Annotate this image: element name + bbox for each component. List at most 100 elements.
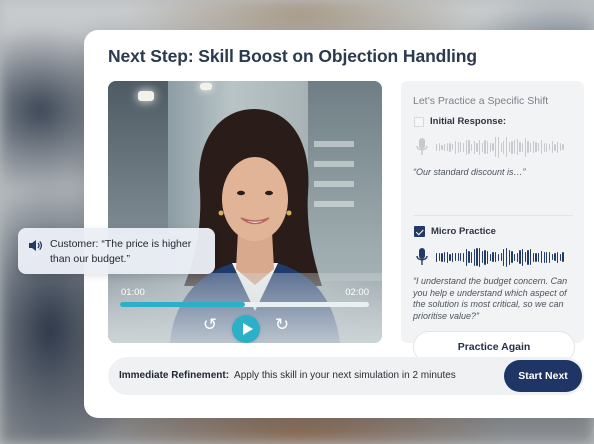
rewind-icon[interactable]: ↺ xyxy=(201,316,219,334)
waveform-bar xyxy=(484,249,486,265)
start-next-button[interactable]: Start Next xyxy=(504,360,582,392)
panel-divider xyxy=(413,215,573,216)
refinement-message: Immediate Refinement: Apply this skill i… xyxy=(119,370,456,381)
initial-response-checkbox[interactable] xyxy=(414,116,424,127)
waveform-bar xyxy=(476,248,478,266)
waveform-bar xyxy=(438,253,440,261)
waveform-bar xyxy=(462,252,465,262)
speaker-icon xyxy=(29,240,43,251)
waveform-bar xyxy=(516,252,518,262)
waveform-bar xyxy=(538,252,540,262)
waveform-bar xyxy=(495,252,497,262)
waveform-bar xyxy=(444,252,446,262)
microphone-icon xyxy=(416,248,428,265)
skill-boost-card: Next Step: Skill Boost on Objection Hand… xyxy=(84,30,594,418)
waveform-bar xyxy=(503,248,505,266)
screen-frame: Next Step: Skill Boost on Objection Hand… xyxy=(0,0,594,444)
customer-quote-text: Customer: “The price is higher than our … xyxy=(50,238,192,265)
waveform-bar xyxy=(513,253,516,261)
waveform-bar xyxy=(487,250,489,264)
micro-practice-waveform xyxy=(436,246,564,268)
waveform-bar xyxy=(457,253,459,261)
play-button[interactable] xyxy=(232,315,260,343)
waveform-bar xyxy=(452,144,454,150)
micro-practice-checkbox[interactable] xyxy=(414,226,425,237)
current-time: 01:00 xyxy=(121,287,145,298)
waveform-bar xyxy=(497,136,500,158)
waveform-bar xyxy=(495,137,497,157)
micro-practice-label: Micro Practice xyxy=(431,226,496,237)
waveform-bar xyxy=(551,254,553,260)
waveform-bar xyxy=(543,142,545,152)
refinement-bar: Immediate Refinement: Apply this skill i… xyxy=(108,357,584,395)
waveform-bar xyxy=(446,143,449,151)
waveform-bar xyxy=(556,251,559,263)
waveform-bar xyxy=(500,253,502,261)
waveform-bar xyxy=(481,251,483,263)
waveform-bar xyxy=(441,252,443,262)
waveform-bar xyxy=(540,251,543,263)
microphone-icon xyxy=(416,138,428,155)
waveform-bar xyxy=(511,140,513,154)
customer-quote-bubble: Customer: “The price is higher than our … xyxy=(18,228,215,274)
page-title: Next Step: Skill Boost on Objection Hand… xyxy=(108,46,477,66)
waveform-bar xyxy=(489,253,492,261)
waveform-bar xyxy=(554,143,556,151)
waveform-bar xyxy=(479,247,481,267)
waveform-bar xyxy=(559,143,561,151)
initial-response-audio[interactable] xyxy=(416,136,576,158)
video-player[interactable]: 01:00 02:00 ↺ ↻ xyxy=(108,81,382,343)
waveform-bar xyxy=(522,142,524,152)
waveform-bar xyxy=(524,137,526,157)
forward-icon[interactable]: ↻ xyxy=(273,316,291,334)
waveform-bar xyxy=(503,140,505,154)
initial-response-quote: “Our standard discount is…” xyxy=(413,167,526,177)
waveform-bar xyxy=(508,142,510,152)
waveform-bar xyxy=(470,143,473,151)
waveform-bar xyxy=(559,253,561,261)
waveform-bar xyxy=(492,252,494,262)
waveform-bar xyxy=(468,251,470,263)
waveform-bar xyxy=(511,251,513,263)
waveform-bar xyxy=(532,141,535,153)
waveform-bar xyxy=(524,252,526,262)
initial-response-row[interactable]: Initial Response: xyxy=(414,116,506,127)
micro-practice-audio[interactable] xyxy=(416,246,576,268)
waveform-bar xyxy=(556,141,559,153)
waveform-bar xyxy=(468,140,470,154)
waveform-bar xyxy=(481,142,483,152)
waveform-bar xyxy=(473,248,475,266)
waveform-bar xyxy=(462,142,465,152)
initial-response-label: Initial Response: xyxy=(430,116,507,127)
initial-response-waveform xyxy=(436,136,564,158)
waveform-bar xyxy=(460,253,462,261)
waveform-bar xyxy=(449,253,451,261)
waveform-bar xyxy=(505,137,508,157)
waveform-bar xyxy=(519,142,521,152)
waveform-bar xyxy=(513,140,516,154)
video-controls: 01:00 02:00 ↺ ↻ xyxy=(108,273,382,343)
waveform-bar xyxy=(530,249,532,265)
waveform-bar xyxy=(454,253,457,261)
waveform-bar xyxy=(489,142,492,152)
practice-panel-heading: Let’s Practice a Specific Shift xyxy=(413,95,549,107)
waveform-bar xyxy=(492,143,494,151)
waveform-bar xyxy=(500,142,502,152)
total-time: 02:00 xyxy=(345,287,369,298)
waveform-bar xyxy=(535,252,537,262)
waveform-bar xyxy=(460,142,462,152)
waveform-bar xyxy=(527,249,529,265)
waveform-bar xyxy=(449,142,451,152)
waveform-bar xyxy=(548,144,551,150)
waveform-bar xyxy=(527,141,529,153)
practice-panel: Let’s Practice a Specific Shift Initial … xyxy=(401,81,584,363)
refinement-label: Immediate Refinement: xyxy=(119,370,230,381)
waveform-bar xyxy=(554,253,556,261)
waveform-bar xyxy=(438,143,440,151)
waveform-bar xyxy=(519,250,521,264)
waveform-bar xyxy=(535,142,537,152)
video-progress-bar[interactable] xyxy=(120,302,369,307)
micro-practice-row[interactable]: Micro Practice xyxy=(414,226,496,237)
waveform-bar xyxy=(548,251,551,263)
waveform-bar xyxy=(540,140,543,154)
